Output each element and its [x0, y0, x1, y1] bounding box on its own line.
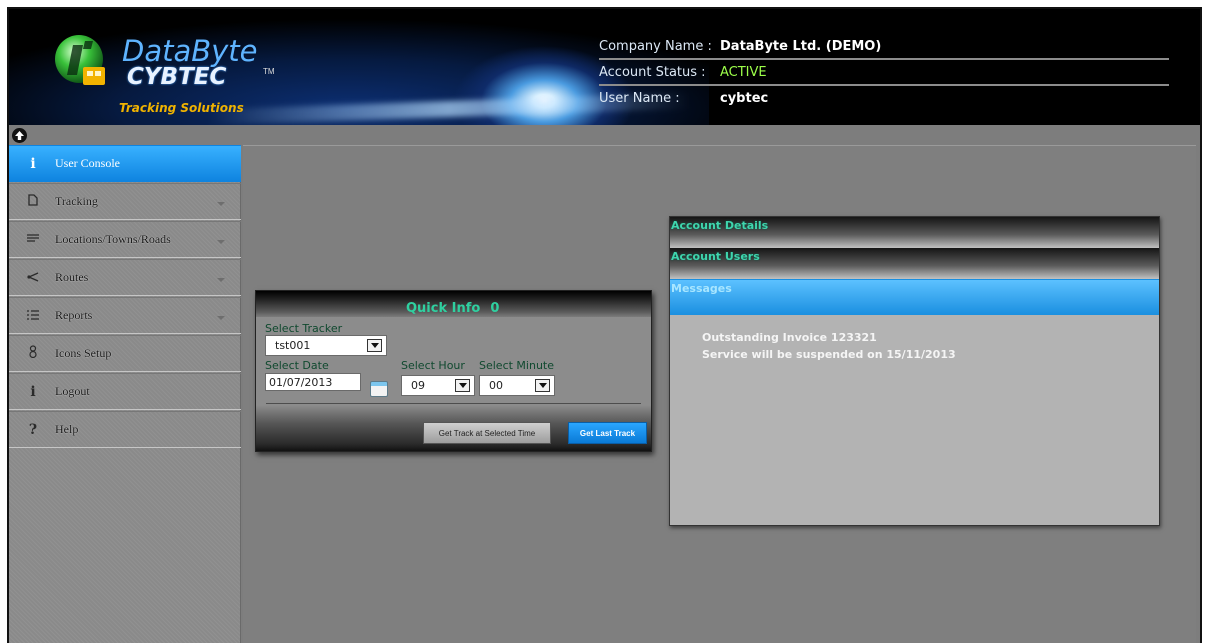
date-input[interactable]: 01/07/2013 — [265, 373, 361, 391]
status-value: ACTIVE — [720, 65, 767, 80]
brand-trademark: TM — [263, 67, 275, 76]
user-row: User Name : cybtec — [599, 91, 768, 106]
get-last-track-button[interactable]: Get Last Track — [568, 422, 647, 444]
scroll-up-icon[interactable] — [12, 128, 27, 143]
sidebar: i User Console Tracking Locations/Towns/… — [9, 145, 241, 643]
sidebar-item-label: Locations/Towns/Roads — [55, 232, 171, 246]
account-accordion: Account Details Account Users Messages O… — [669, 216, 1160, 526]
quick-info-title-text: Quick Info — [406, 301, 481, 316]
chevron-down-icon — [455, 379, 470, 392]
user-icon — [21, 345, 45, 362]
user-label: User Name : — [599, 91, 680, 106]
sidebar-item-label: Logout — [55, 384, 90, 398]
sidebar-item-label: Reports — [55, 308, 93, 322]
quick-info-panel: Quick Info 0 Select Tracker tst001 Select… — [255, 290, 652, 452]
chevron-down-icon — [217, 240, 225, 244]
sidebar-item-label: Tracking — [55, 194, 98, 208]
account-users-header[interactable]: Account Users — [670, 248, 1159, 280]
sidebar-item-routes[interactable]: Routes — [9, 259, 241, 296]
question-icon: ? — [28, 421, 38, 438]
header-divider — [599, 84, 1169, 86]
list-icon — [21, 308, 45, 324]
chevron-down-icon — [217, 278, 225, 282]
tracker-select[interactable]: tst001 — [265, 335, 387, 356]
info-icon: i — [30, 155, 36, 172]
account-details-header[interactable]: Account Details — [670, 217, 1159, 249]
company-value: DataByte Ltd. (DEMO) — [720, 39, 882, 54]
get-track-selected-time-button[interactable]: Get Track at Selected Time — [423, 422, 551, 444]
logo-icon — [55, 35, 105, 85]
account-users-label: Account Users — [671, 250, 760, 263]
messages-label: Messages — [671, 282, 732, 295]
header-banner: DataByte CYBTEC TM Tracking Solutions Co… — [9, 9, 1200, 125]
select-tracker-label: Select Tracker — [265, 322, 343, 335]
sidebar-item-label: Icons Setup — [55, 346, 112, 360]
quick-info-title: Quick Info 0 — [406, 301, 499, 316]
sidebar-item-locations[interactable]: Locations/Towns/Roads — [9, 221, 241, 258]
share-icon — [21, 270, 45, 286]
company-row: Company Name : DataByte Ltd. (DEMO) — [599, 39, 881, 54]
document-icon — [21, 193, 45, 210]
account-details-label: Account Details — [671, 219, 769, 232]
app-window: DataByte CYBTEC TM Tracking Solutions Co… — [7, 7, 1202, 643]
sidebar-item-label: Help — [55, 422, 79, 436]
brand-name-line2: CYBTEC — [127, 64, 227, 90]
lines-icon — [21, 232, 45, 248]
sidebar-item-label: User Console — [55, 156, 120, 170]
sidebar-item-user-console[interactable]: i User Console — [9, 145, 241, 182]
chevron-down-icon — [217, 316, 225, 320]
calendar-icon[interactable] — [370, 381, 388, 397]
sidebar-item-label: Routes — [55, 270, 89, 284]
sidebar-item-help[interactable]: ? Help — [9, 411, 241, 448]
quick-info-count: 0 — [490, 301, 500, 316]
sidebar-item-icons-setup[interactable]: Icons Setup — [9, 335, 241, 372]
status-label: Account Status : — [599, 65, 706, 80]
header-divider — [599, 58, 1169, 60]
minute-select[interactable]: 00 — [479, 375, 555, 396]
message-item: Service will be suspended on 15/11/2013 — [702, 348, 956, 361]
chevron-down-icon — [535, 379, 550, 392]
chevron-down-icon — [367, 339, 382, 352]
select-hour-label: Select Hour — [401, 359, 465, 372]
message-item: Outstanding Invoice 123321 — [702, 331, 877, 344]
brand-name-line1: DataByte — [122, 34, 258, 68]
sidebar-item-reports[interactable]: Reports — [9, 297, 241, 334]
hour-select-value: 09 — [411, 379, 425, 392]
hour-select[interactable]: 09 — [401, 375, 475, 396]
user-value: cybtec — [720, 91, 769, 106]
status-row: Account Status : ACTIVE — [599, 65, 767, 80]
tracker-select-value: tst001 — [275, 339, 311, 352]
minute-select-value: 00 — [489, 379, 503, 392]
select-minute-label: Select Minute — [479, 359, 555, 372]
sidebar-item-tracking[interactable]: Tracking — [9, 183, 241, 220]
messages-header[interactable]: Messages — [670, 279, 1159, 315]
info-icon: i — [30, 383, 36, 400]
sidebar-item-logout[interactable]: i Logout — [9, 373, 241, 410]
chevron-down-icon — [217, 202, 225, 206]
brand-tagline: Tracking Solutions — [119, 101, 244, 115]
quick-info-divider — [266, 403, 641, 404]
company-label: Company Name : — [599, 39, 712, 54]
select-date-label: Select Date — [265, 359, 329, 372]
